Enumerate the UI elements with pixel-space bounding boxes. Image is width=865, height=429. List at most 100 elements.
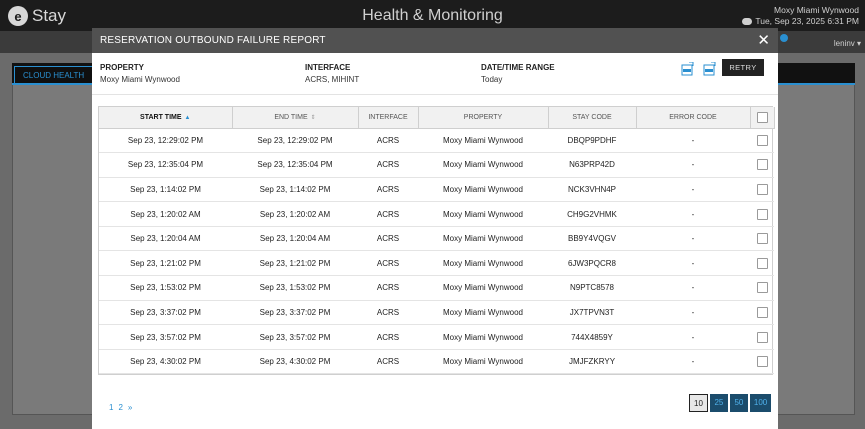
error-code-cell: - [636,201,750,227]
property-value: Moxy Miami Wynwood [100,75,180,84]
stay-code-cell: N63PRP42D [548,152,636,178]
select-all-checkbox[interactable] [756,111,768,123]
stay-code-header[interactable]: STAY CODE [548,107,637,129]
start-time-header[interactable]: START TIME ▲ [99,107,233,129]
property-header[interactable]: PROPERTY [418,107,549,129]
notification-icon[interactable] [780,34,788,42]
stay-code-cell: JX7TPVN3T [548,300,636,326]
interface-cell: ACRS [358,128,418,154]
date-range-value: Today [481,75,503,84]
page-size-50[interactable]: 50 [729,394,748,412]
start-time-cell: Sep 23, 1:21:02 PM [99,250,232,277]
page-size-10[interactable]: 10 [689,394,708,412]
row-select-cell [750,250,774,277]
start-time-cell: Sep 23, 4:30:02 PM [99,349,232,375]
error-code-cell: - [636,324,750,350]
interface-cell: ACRS [358,177,418,203]
row-checkbox[interactable] [756,134,768,146]
end-time-header[interactable]: END TIME ⇕ [232,107,359,129]
excel-export-icon[interactable] [681,62,694,76]
table-row: Sep 23, 12:29:02 PM Sep 23, 12:29:02 PM AC… [99,128,774,154]
row-select-cell [750,300,774,326]
interface-cell: ACRS [358,152,418,178]
stay-code-cell: N9PTC8578 [548,275,636,301]
row-checkbox[interactable] [756,331,768,343]
property-cell: Moxy Miami Wynwood [418,250,548,277]
table-row: Sep 23, 4:30:02 PM Sep 23, 4:30:02 PM ACRS… [99,349,774,375]
interface-cell: ACRS [358,349,418,375]
row-checkbox[interactable] [756,257,768,269]
property-cell: Moxy Miami Wynwood [418,152,548,178]
interface-cell: ACRS [358,300,418,326]
row-checkbox[interactable] [756,282,768,294]
error-code-cell: - [636,275,750,301]
table-row: Sep 23, 12:35:04 PM Sep 23, 12:35:04 PM AC… [99,152,774,178]
excel-export-all-icon[interactable] [703,62,716,76]
end-time-cell: Sep 23, 1:21:02 PM [232,250,358,277]
close-icon[interactable]: ✕ [757,33,770,48]
modal-header: RESERVATION OUTBOUND FAILURE REPORT ✕ [92,28,778,53]
failure-report-modal: RESERVATION OUTBOUND FAILURE REPORT ✕ PR… [92,28,778,429]
page-link-1[interactable]: 1 [109,403,113,412]
table-row: Sep 23, 1:21:02 PM Sep 23, 1:21:02 PM ACRS… [99,250,774,277]
current-datetime: Tue, Sep 23, 2025 6:31 PM [755,16,859,26]
row-select-cell [750,324,774,350]
interface-cell: ACRS [358,250,418,277]
tab-cloud-health[interactable]: CLOUD HEALTH [14,66,94,84]
error-code-cell: - [636,177,750,203]
property-label: PROPERTY [100,63,145,72]
row-select-cell [750,152,774,178]
row-checkbox[interactable] [756,183,768,195]
app-title: Health & Monitoring [362,7,503,24]
row-select-cell [750,226,774,252]
start-time-cell: Sep 23, 1:20:04 AM [99,226,232,252]
row-checkbox[interactable] [756,159,768,171]
table-row: Sep 23, 1:14:02 PM Sep 23, 1:14:02 PM ACRS… [99,177,774,203]
row-checkbox[interactable] [756,356,768,368]
user-menu[interactable]: leninv ▾ [834,39,861,48]
row-select-cell [750,349,774,375]
table-row: Sep 23, 3:37:02 PM Sep 23, 3:37:02 PM ACRS… [99,300,774,326]
page-size-100[interactable]: 100 [749,394,772,412]
interface-cell: ACRS [358,226,418,252]
error-code-cell: - [636,152,750,178]
end-time-cell: Sep 23, 3:37:02 PM [232,300,358,326]
row-select-cell [750,275,774,301]
property-cell: Moxy Miami Wynwood [418,226,548,252]
start-time-cell: Sep 23, 3:37:02 PM [99,300,232,326]
table-row: Sep 23, 1:20:04 AM Sep 23, 1:20:04 AM ACRS… [99,226,774,252]
stay-code-cell: 6JW3PQCR8 [548,250,636,277]
start-time-cell: Sep 23, 3:57:02 PM [99,324,232,350]
select-all-cell [750,107,775,129]
stay-code-cell: JMJFZKRYY [548,349,636,375]
end-time-cell: Sep 23, 1:20:04 AM [232,226,358,252]
sort-icon: ⇕ [310,114,316,121]
page-link-2[interactable]: 2 [118,403,122,412]
hotel-name: Moxy Miami Wynwood [774,5,859,15]
interface-filter: INTERFACE ACRS, MIHINT [305,63,359,84]
end-time-cell: Sep 23, 1:20:02 AM [232,201,358,227]
error-code-cell: - [636,300,750,326]
page-size-25[interactable]: 25 [709,394,728,412]
retry-button[interactable]: RETRY [722,59,764,76]
table-header-row: START TIME ▲ END TIME ⇕ INTERFACE PROPERTY… [99,107,775,129]
stay-code-cell: BB9Y4VQGV [548,226,636,252]
start-time-cell: Sep 23, 12:35:04 PM [99,152,232,178]
error-code-header[interactable]: ERROR CODE [636,107,751,129]
stay-code-cell: 744X4859Y [548,324,636,350]
end-time-cell: Sep 23, 4:30:02 PM [232,349,358,375]
interface-value: ACRS, MIHINT [305,75,360,84]
interface-header[interactable]: INTERFACE [358,107,419,129]
hotel-info: Moxy Miami Wynwood Tue, Sep 23, 2025 6:3… [742,5,859,27]
top-bar: e Stay Health & Monitoring Moxy Miami Wy… [0,0,865,31]
row-checkbox[interactable] [756,306,768,318]
row-checkbox[interactable] [756,208,768,220]
cloud-icon [742,18,753,25]
property-filter: PROPERTY Moxy Miami Wynwood [100,63,180,84]
row-select-cell [750,201,774,227]
interface-cell: ACRS [358,201,418,227]
next-page-link[interactable]: » [128,403,132,412]
table-row: Sep 23, 3:57:02 PM Sep 23, 3:57:02 PM ACRS… [99,324,774,350]
start-time-cell: Sep 23, 1:20:02 AM [99,201,232,227]
row-checkbox[interactable] [756,233,768,245]
